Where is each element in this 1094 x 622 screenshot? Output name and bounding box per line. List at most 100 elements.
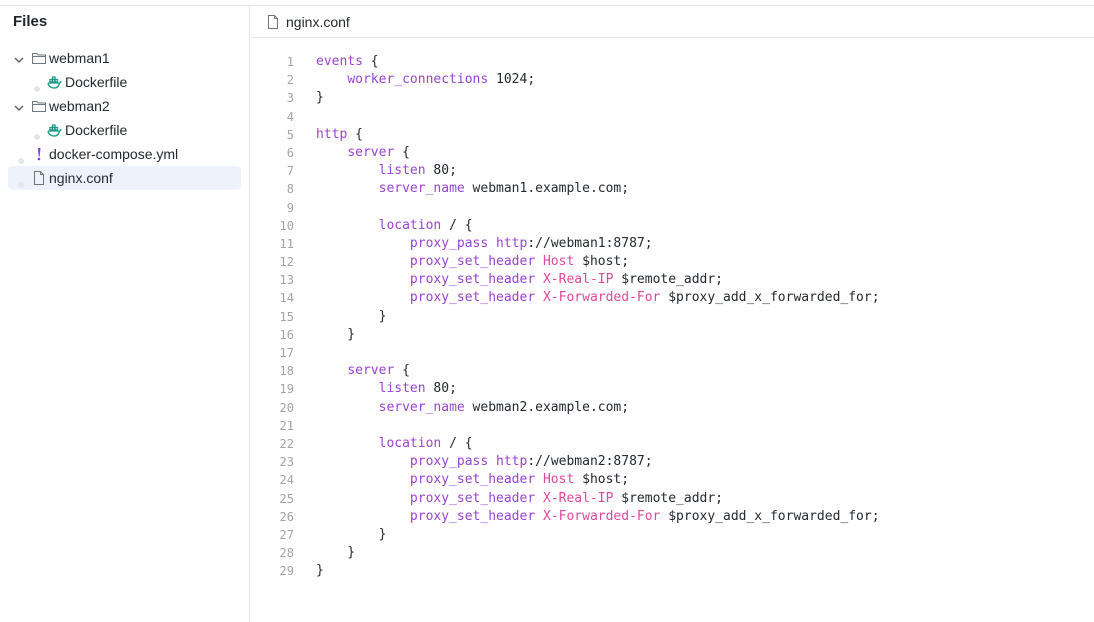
line-text: proxy_set_header X-Real-IP $remote_addr; bbox=[316, 490, 723, 508]
line-number: 28 bbox=[279, 546, 294, 561]
line-number: 10 bbox=[279, 218, 294, 233]
header-token: X-Real-IP bbox=[542, 272, 614, 288]
line-text: } bbox=[316, 89, 324, 107]
code-line: 24 proxy_set_header Host $host; bbox=[251, 471, 1094, 489]
editor-tab-header: nginx.conf bbox=[251, 6, 1094, 38]
tree-item-label: webman1 bbox=[49, 50, 110, 66]
keyword-token: proxy_set_header bbox=[409, 472, 536, 488]
text-token: } bbox=[316, 326, 356, 342]
line-number: 18 bbox=[279, 364, 294, 379]
code-editor[interactable]: 1 events {2 worker_connections 1024; 3} 4 5 h… bbox=[251, 53, 1094, 580]
code-line: 14 proxy_set_header X-Forwarded-For $pro… bbox=[251, 289, 1094, 307]
chevron-down-icon[interactable] bbox=[14, 99, 24, 115]
code-line: 25 proxy_set_header X-Real-IP $remote_ad… bbox=[251, 490, 1094, 508]
text-token: webman2.example.com; bbox=[464, 399, 630, 415]
code-line: 18 server { bbox=[251, 362, 1094, 380]
line-number: 16 bbox=[279, 327, 294, 342]
code-line: 12 proxy_set_header Host $host; bbox=[251, 253, 1094, 271]
line-number: 14 bbox=[279, 291, 294, 306]
code-line: 8 server_name webman1.example.com; bbox=[251, 180, 1094, 198]
keyword-token: server_name bbox=[378, 399, 465, 415]
code-line: 9 bbox=[251, 199, 1094, 217]
line-text: worker_connections 1024; bbox=[316, 71, 535, 89]
line-number: 21 bbox=[279, 418, 294, 433]
tree-item-label: docker-compose.yml bbox=[49, 146, 179, 162]
text-token: } bbox=[316, 563, 324, 579]
line-number: 3 bbox=[286, 91, 294, 106]
keyword-token: proxy_set_header bbox=[409, 508, 536, 524]
keyword-token: proxy_set_header bbox=[409, 254, 536, 270]
keyword-token: worker_connections bbox=[347, 72, 489, 88]
code-line: 11 proxy_pass http://webman1:8787; bbox=[251, 235, 1094, 253]
code-line: 22 location / { bbox=[251, 435, 1094, 453]
keyword-token: proxy_pass bbox=[409, 454, 489, 470]
tree-item-label: Dockerfile bbox=[65, 122, 128, 138]
folder-icon bbox=[31, 50, 47, 66]
line-number: 22 bbox=[279, 436, 294, 451]
line-text: proxy_set_header Host $host; bbox=[316, 471, 629, 489]
line-number: 26 bbox=[279, 509, 294, 524]
line-number: 17 bbox=[279, 346, 294, 360]
line-number: 5 bbox=[286, 127, 294, 142]
line-text: location / { bbox=[316, 217, 473, 235]
line-number: 25 bbox=[279, 491, 294, 506]
code-line: 6 server { bbox=[251, 144, 1094, 162]
tree-file[interactable]: Dockerfile bbox=[8, 70, 241, 94]
tree-file[interactable]: docker-compose.yml bbox=[8, 142, 241, 166]
editor-filename: nginx.conf bbox=[286, 14, 350, 30]
text-token: { bbox=[394, 363, 410, 379]
keyword-token: proxy_set_header bbox=[409, 272, 536, 288]
text-token: $proxy_add_x_forwarded_for; bbox=[660, 290, 880, 306]
keyword-token: http bbox=[316, 126, 348, 142]
header-token: X-Real-IP bbox=[542, 490, 614, 506]
line-number: 9 bbox=[286, 200, 294, 215]
exclamation-icon bbox=[31, 146, 47, 162]
tree-file[interactable]: nginx.conf bbox=[8, 166, 241, 190]
text-token: { bbox=[362, 54, 379, 69]
line-text: proxy_pass http://webman1:8787; bbox=[316, 235, 653, 253]
keyword-token: proxy_set_header bbox=[409, 490, 536, 506]
line-number: 7 bbox=[286, 164, 294, 179]
line-number: 27 bbox=[279, 527, 294, 542]
line-number: 12 bbox=[279, 255, 294, 270]
header-token: Host bbox=[542, 254, 575, 270]
code-line: 21 bbox=[251, 417, 1094, 435]
line-text: http { bbox=[316, 126, 363, 144]
header-token: X-Forwarded-For bbox=[542, 290, 661, 306]
line-text: location / { bbox=[316, 435, 473, 453]
tree-item-label: webman2 bbox=[49, 98, 110, 114]
tree-folder[interactable]: webman1 bbox=[8, 46, 241, 70]
tree-folder[interactable]: webman2 bbox=[8, 94, 241, 118]
line-number: 6 bbox=[286, 145, 294, 160]
chevron-down-icon[interactable] bbox=[14, 51, 24, 67]
text-token: $proxy_add_x_forwarded_for; bbox=[660, 508, 880, 524]
keyword-token: http bbox=[496, 454, 528, 470]
code-line: 10 location / { bbox=[251, 217, 1094, 235]
tree-file[interactable]: Dockerfile bbox=[8, 118, 241, 142]
keyword-token: events bbox=[316, 54, 363, 69]
text-token: ://webman1:8787; bbox=[527, 235, 653, 251]
code-line: 5 http { bbox=[251, 126, 1094, 144]
line-text: listen 80; bbox=[316, 162, 457, 180]
docker-icon bbox=[46, 74, 62, 90]
code-line: 2 worker_connections 1024; bbox=[251, 71, 1094, 89]
text-token: } bbox=[316, 90, 324, 106]
folder-icon bbox=[31, 98, 47, 114]
line-text: events { bbox=[316, 53, 379, 71]
keyword-token: proxy_set_header bbox=[409, 290, 536, 306]
text-token: 80; bbox=[425, 381, 457, 397]
